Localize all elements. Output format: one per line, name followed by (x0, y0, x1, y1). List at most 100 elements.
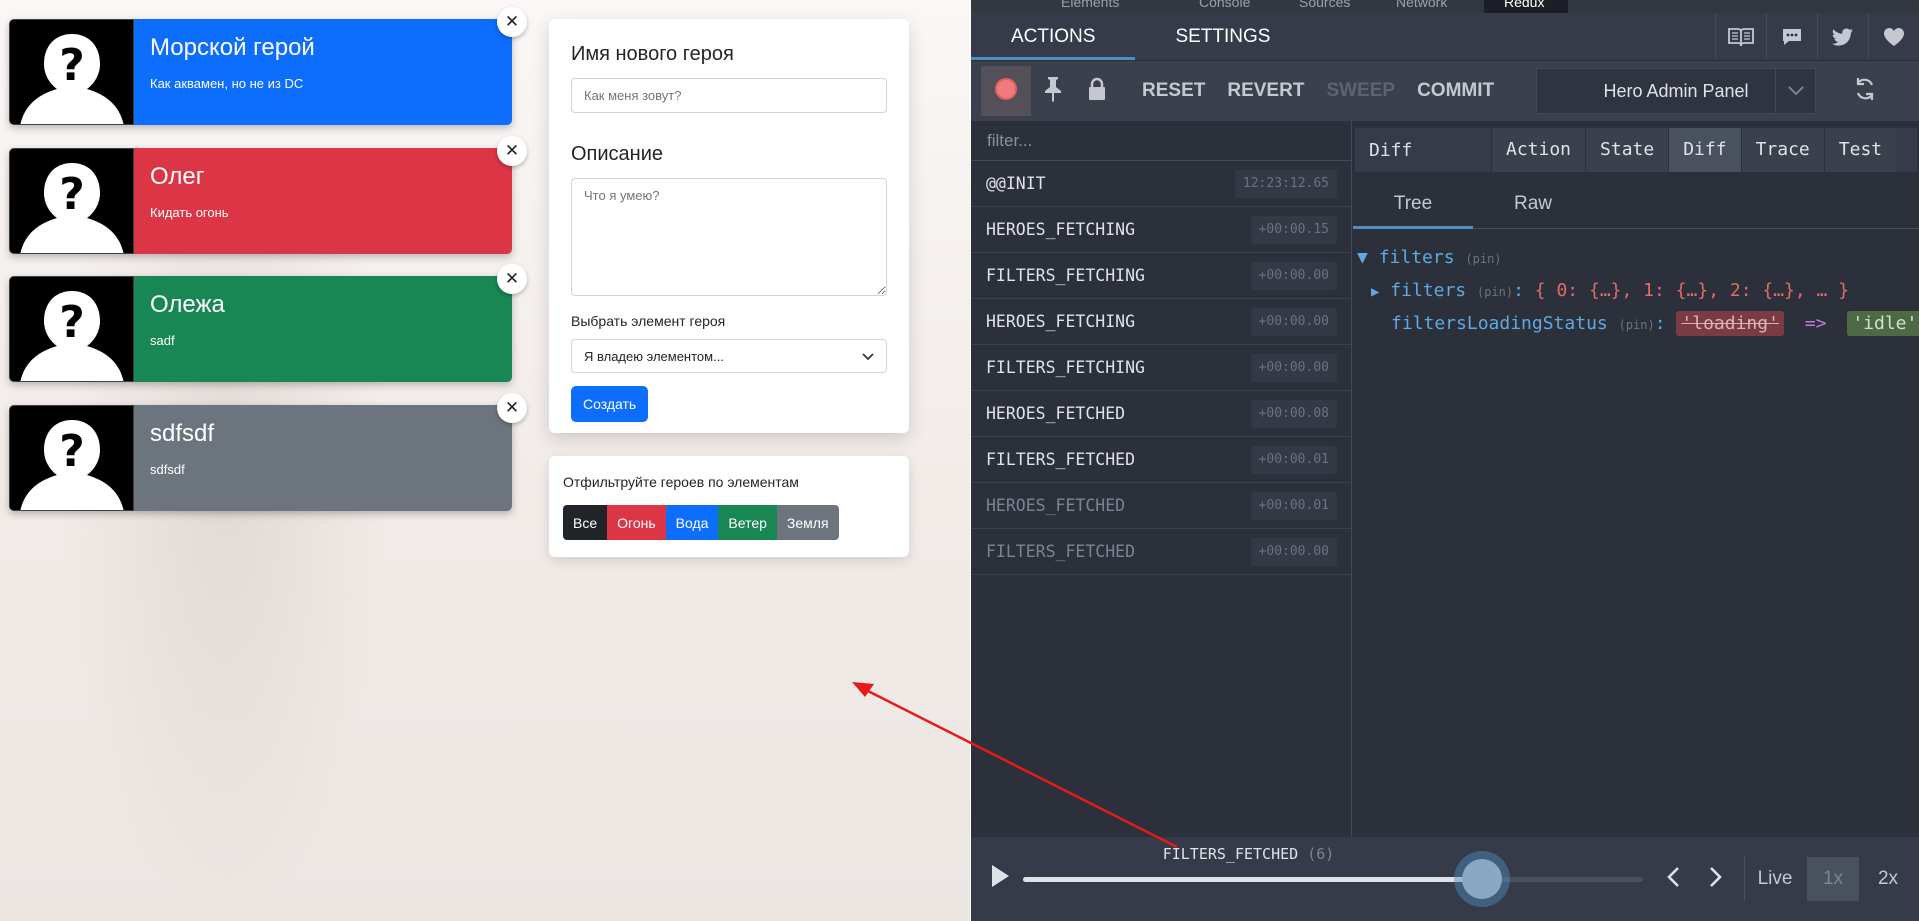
hero-avatar: ? (9, 19, 134, 125)
hero-name: sdfsdf (150, 420, 215, 447)
element-filters: Отфильтруйте героев по элементам Все Ого… (549, 456, 909, 557)
action-time: +00:00.01 (1250, 492, 1337, 520)
devtools-tab-console[interactable]: Console (1199, 0, 1250, 10)
book-icon[interactable] (1715, 13, 1766, 60)
hero-info: Морской герой Как аквамен, но не из DC (134, 19, 512, 125)
tree-value: { 0: {…}, 1: {…}, 2: {…}, … } (1534, 280, 1850, 301)
tree-key: filters (1390, 280, 1467, 301)
slider-track[interactable] (1023, 859, 1643, 899)
chevron-left-icon (1666, 866, 1680, 893)
tab-raw[interactable]: Raw (1473, 179, 1593, 229)
persist-button[interactable] (1031, 66, 1075, 116)
revert-button[interactable]: REVERT (1216, 80, 1315, 102)
filter-earth-button[interactable]: Земля (776, 505, 839, 540)
record-icon (993, 76, 1019, 107)
hero-create-form: Имя нового героя Описание Выбрать элемен… (549, 19, 909, 433)
reset-button[interactable]: RESET (1131, 80, 1216, 102)
hero-avatar: ? (9, 405, 134, 511)
tab-settings[interactable]: SETTINGS (1135, 13, 1310, 60)
element-select[interactable]: Я владею элементом... (571, 339, 887, 373)
commit-button[interactable]: COMMIT (1406, 80, 1505, 102)
speed-live-button[interactable]: Live (1747, 857, 1803, 901)
tab-trace[interactable]: Trace (1740, 128, 1824, 172)
action-item[interactable]: FILTERS_FETCHED +00:00.01 (971, 437, 1351, 483)
time-slider: FILTERS_FETCHED (6) Live 1x 2x (971, 837, 1919, 921)
hero-card: ? Олежа sadf ✕ (9, 264, 527, 382)
slider-action-label: FILTERS_FETCHED (6) (1162, 845, 1335, 863)
tab-actions[interactable]: ACTIONS (971, 13, 1136, 60)
tree-node-filters[interactable]: ▼ filters (pin) (1357, 243, 1502, 273)
delete-hero-button[interactable]: ✕ (497, 393, 527, 423)
filter-wind-button[interactable]: Ветер (718, 505, 777, 540)
speed-1x-button[interactable]: 1x (1807, 857, 1859, 901)
hero-name: Олег (150, 163, 205, 190)
sweep-button[interactable]: SWEEP (1315, 80, 1406, 102)
hero-description: sadf (150, 332, 175, 348)
pin-link[interactable]: (pin) (1465, 252, 1501, 266)
header-icon-group (1715, 13, 1919, 60)
hero-name: Олежа (150, 291, 225, 318)
action-time: +00:00.00 (1250, 354, 1337, 382)
devtools-tab-redux[interactable]: Redux (1484, 0, 1568, 13)
sync-button[interactable] (1842, 74, 1888, 108)
tab-state[interactable]: State (1585, 128, 1669, 172)
previous-button[interactable] (1659, 865, 1687, 893)
close-icon: ✕ (504, 141, 520, 160)
record-button[interactable] (981, 66, 1031, 116)
speed-2x-button[interactable]: 2x (1862, 857, 1914, 901)
action-item[interactable]: FILTERS_FETCHING +00:00.00 (971, 345, 1351, 391)
action-time: +00:00.01 (1250, 446, 1337, 474)
filter-all-button[interactable]: Все (563, 505, 608, 540)
tab-test[interactable]: Test (1823, 128, 1897, 172)
lock-button[interactable] (1075, 66, 1119, 116)
action-item[interactable]: HEROES_FETCHING +00:00.15 (971, 207, 1351, 253)
action-item[interactable]: FILTERS_FETCHING +00:00.00 (971, 253, 1351, 299)
delete-hero-button[interactable]: ✕ (497, 264, 527, 294)
redux-devtools-panel: Elements Console Sources Network Redux A… (971, 0, 1919, 921)
action-filter-input[interactable]: filter... (971, 121, 1351, 161)
tree-node-filters-child[interactable]: ▶ filters (pin): { 0: {…}, 1: {…}, 2: {…… (1371, 276, 1849, 306)
instance-select[interactable]: Hero Admin Panel (1536, 68, 1816, 114)
create-hero-button[interactable]: Создать (571, 386, 649, 422)
chat-icon[interactable] (1766, 13, 1817, 60)
play-button[interactable] (985, 863, 1015, 893)
hero-description: sdfsdf (150, 461, 185, 477)
slider-handle[interactable] (1461, 859, 1502, 899)
action-item[interactable]: @@INIT 12:23:12.65 (971, 161, 1351, 207)
svg-text:?: ? (59, 169, 85, 220)
diff-arrow: => (1804, 313, 1827, 334)
delete-hero-button[interactable]: ✕ (497, 7, 527, 37)
tree-node-status[interactable]: filtersLoadingStatus (pin): 'loading' =>… (1391, 309, 1919, 339)
hero-description: Как аквамен, но не из DC (150, 75, 304, 91)
action-item-skipped[interactable]: HEROES_FETCHED +00:00.01 (971, 483, 1351, 529)
tab-tree[interactable]: Tree (1353, 179, 1473, 229)
heart-icon[interactable] (1868, 13, 1919, 60)
pin-link[interactable]: (pin) (1477, 285, 1513, 299)
devtools-tab-network[interactable]: Network (1396, 0, 1447, 10)
action-item[interactable]: HEROES_FETCHING +00:00.00 (971, 299, 1351, 345)
tab-action[interactable]: Action (1491, 128, 1586, 172)
hero-card: ? sdfsdf sdfsdf ✕ (9, 393, 527, 511)
delete-hero-button[interactable]: ✕ (497, 136, 527, 166)
triangle-right-icon: ▶ (1371, 284, 1380, 300)
devtools-tab-sources[interactable]: Sources (1299, 0, 1350, 10)
browser-devtools-tabbar: Elements Console Sources Network Redux (971, 0, 1919, 13)
chevron-down-icon (862, 349, 874, 364)
action-list: @@INIT 12:23:12.65 HEROES_FETCHING +00:00.… (971, 161, 1351, 575)
hero-description-textarea[interactable] (571, 178, 887, 296)
pin-icon (1042, 76, 1064, 107)
hero-card: ? Олег Кидать огонь ✕ (9, 136, 527, 254)
pin-link[interactable]: (pin) (1619, 318, 1655, 332)
filter-fire-button[interactable]: Огонь (607, 505, 666, 540)
hero-info: Олег Кидать огонь (134, 148, 512, 254)
action-item[interactable]: HEROES_FETCHED +00:00.08 (971, 391, 1351, 437)
hero-name-input[interactable] (571, 78, 887, 113)
tab-diff[interactable]: Diff (1668, 128, 1741, 172)
action-item-skipped[interactable]: FILTERS_FETCHED +00:00.00 (971, 529, 1351, 575)
filter-water-button[interactable]: Вода (665, 505, 719, 540)
devtools-tab-elements[interactable]: Elements (1061, 0, 1119, 10)
next-button[interactable] (1702, 865, 1730, 893)
inspector-mode-label: Diff (1369, 139, 1413, 161)
action-time: +00:00.00 (1250, 538, 1337, 566)
twitter-icon[interactable] (1817, 13, 1868, 60)
